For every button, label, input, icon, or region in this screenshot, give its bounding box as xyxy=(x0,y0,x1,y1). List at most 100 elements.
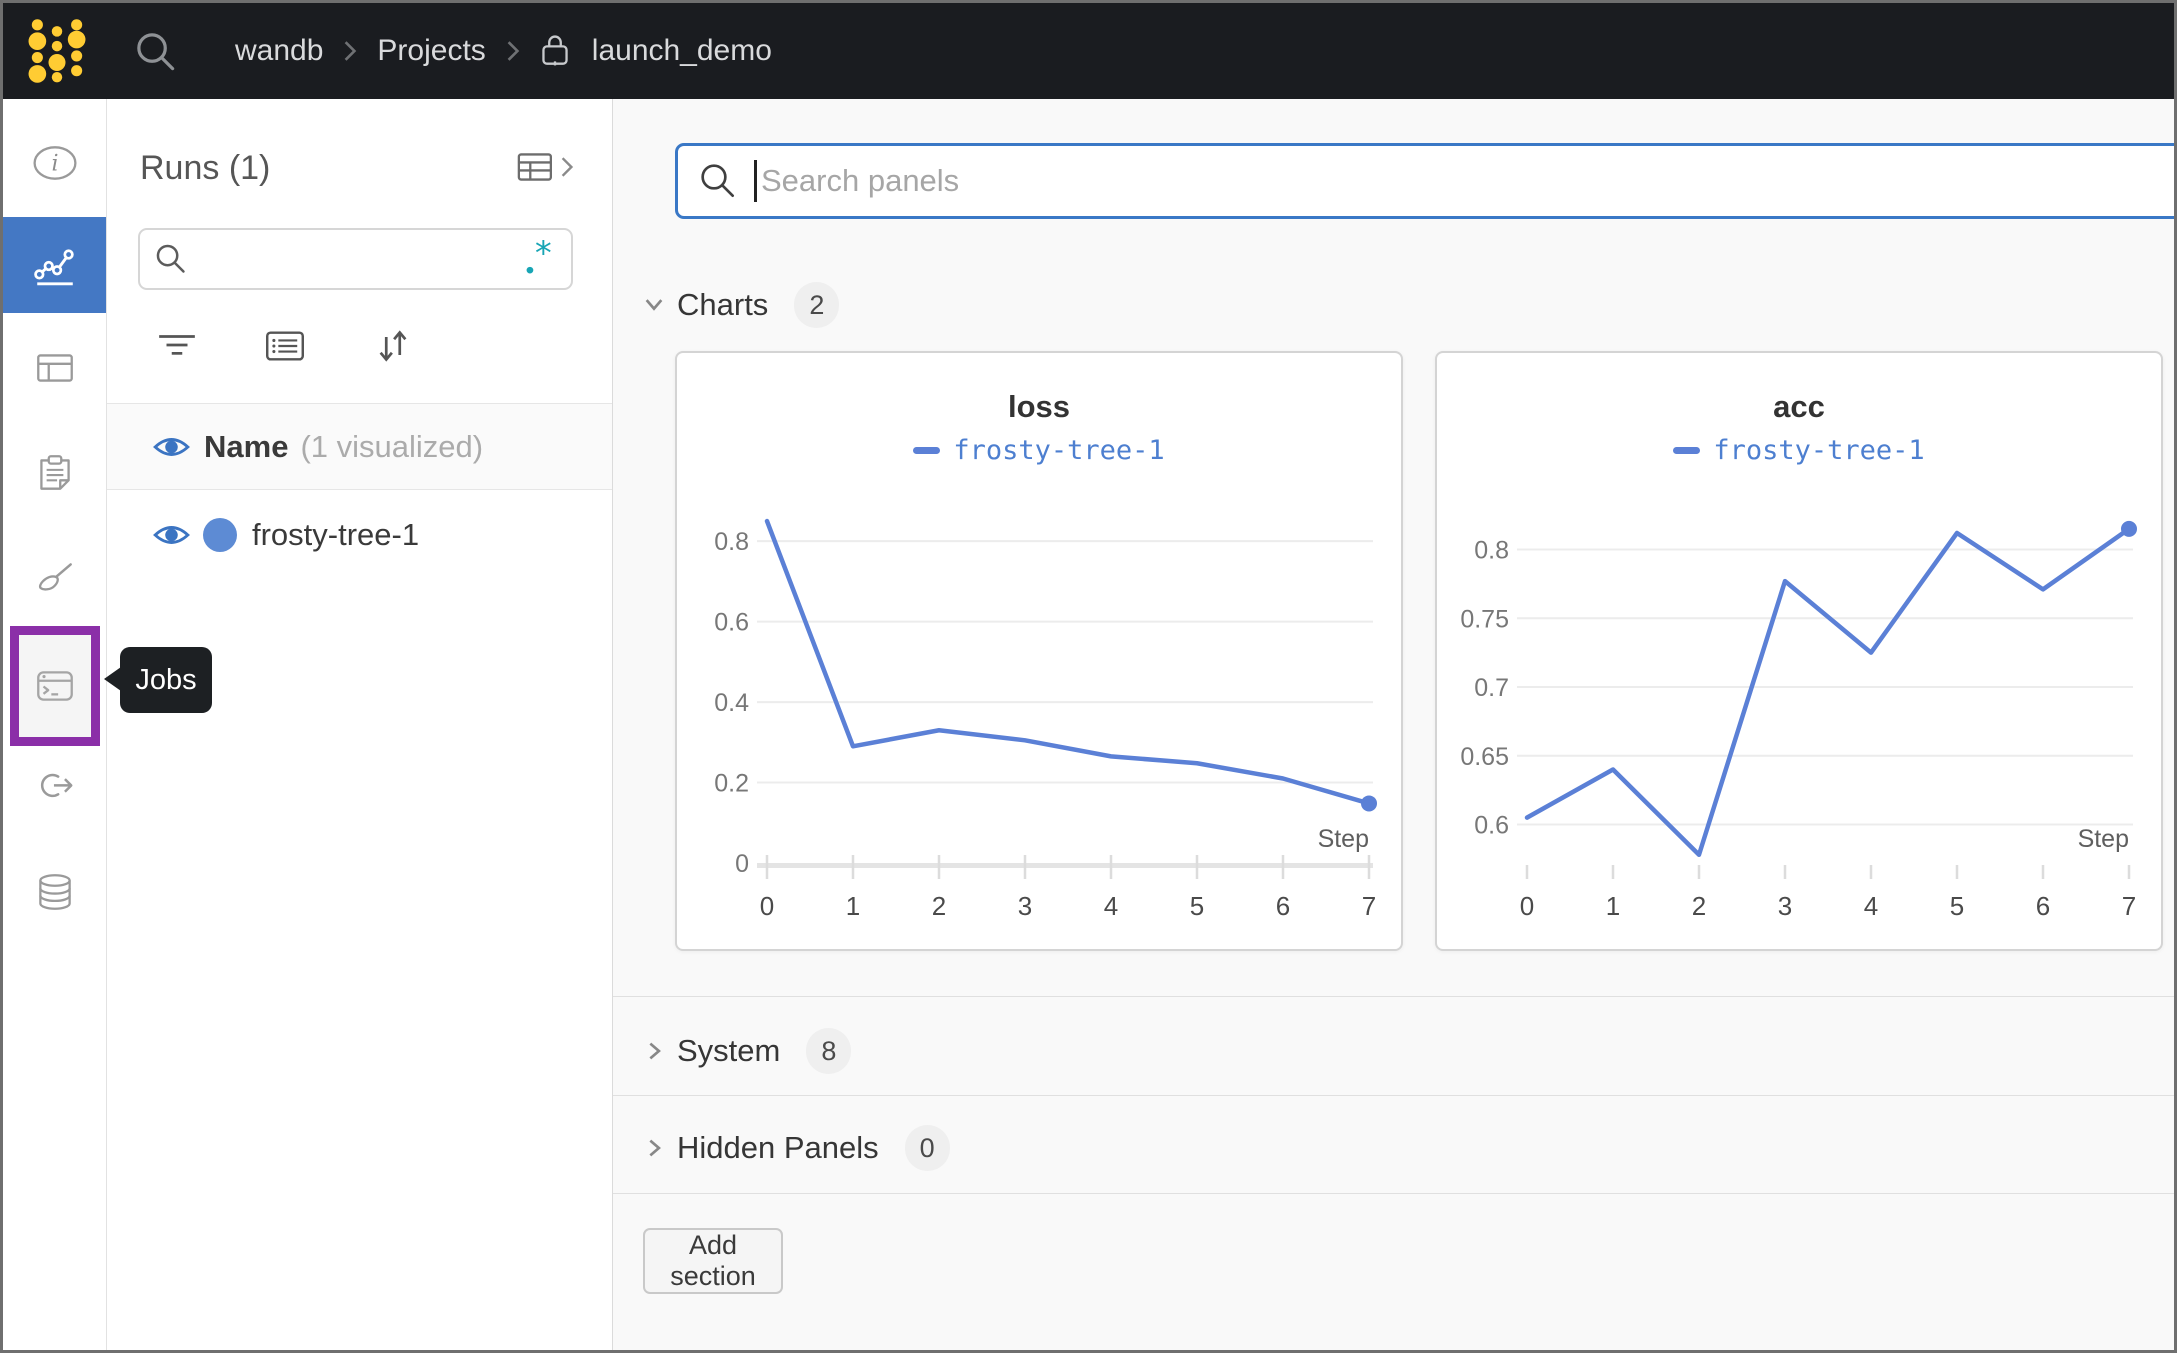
charts-grid: loss frosty-tree-1 0 0.2 0.4 0.6 0.8 0 1 2 3 4 5 6 7… xyxy=(675,351,2163,951)
link-arrow-icon xyxy=(40,773,72,798)
svg-text:0: 0 xyxy=(1520,891,1534,921)
expand-runs-table-button[interactable] xyxy=(516,151,574,183)
divider xyxy=(613,1095,2174,1096)
breadcrumb-project[interactable]: launch_demo xyxy=(592,34,772,68)
svg-text:5: 5 xyxy=(1190,891,1204,921)
section-label: System xyxy=(677,1033,781,1068)
sidebar-item-artifacts[interactable] xyxy=(3,844,106,940)
breadcrumb-section[interactable]: Projects xyxy=(377,34,485,68)
legend-swatch xyxy=(913,447,941,454)
chart-legend: frosty-tree-1 xyxy=(677,435,1401,466)
chevron-right-icon xyxy=(649,1042,661,1060)
eye-icon[interactable] xyxy=(153,434,190,460)
chart-panel-acc[interactable]: acc frosty-tree-1 0.6 0.65 0.7 0.75 0.8 0 1 2 3 4… xyxy=(1435,351,2163,951)
group-runs-button[interactable] xyxy=(257,321,313,371)
sidebar-item-table[interactable] xyxy=(3,320,106,416)
section-header-charts[interactable]: Charts 2 xyxy=(613,262,2174,348)
broom-icon xyxy=(38,563,72,591)
svg-text:2: 2 xyxy=(932,891,946,921)
run-color-dot[interactable] xyxy=(203,518,237,552)
chevron-right-icon xyxy=(345,41,357,61)
sort-runs-button[interactable] xyxy=(365,321,421,371)
eye-icon[interactable] xyxy=(153,522,190,548)
search-icon xyxy=(156,244,185,273)
search-icon xyxy=(701,164,734,197)
sort-icon xyxy=(379,330,407,362)
info-icon: i xyxy=(32,146,77,180)
list-icon xyxy=(266,331,304,361)
section-label: Charts xyxy=(677,287,769,322)
global-search-icon[interactable] xyxy=(133,29,177,73)
svg-text:3: 3 xyxy=(1778,891,1792,921)
runs-toolbar xyxy=(107,321,612,371)
chart-panel-loss[interactable]: loss frosty-tree-1 0 0.2 0.4 0.6 0.8 0 1 2 3 4 5 6 7… xyxy=(675,351,1403,951)
search-panels-box[interactable] xyxy=(675,143,2174,219)
legend-run-name: frosty-tree-1 xyxy=(953,435,1165,466)
runs-table-icon xyxy=(517,153,552,181)
wandb-logo-icon[interactable] xyxy=(21,15,93,87)
sidebar-item-overview[interactable]: i xyxy=(3,115,106,211)
legend-run-name: frosty-tree-1 xyxy=(1713,435,1925,466)
tooltip-arrow xyxy=(104,667,121,691)
sidebar-icon-rail: i xyxy=(3,99,107,1350)
chart-title: acc xyxy=(1773,389,1825,424)
loss-line-plot: 0 0.2 0.4 0.6 0.8 0 1 2 3 4 5 6 7 Step xyxy=(714,518,1377,921)
svg-text:4: 4 xyxy=(1104,891,1118,921)
section-header-hidden-panels[interactable]: Hidden Panels 0 xyxy=(613,1105,2174,1191)
svg-text:2: 2 xyxy=(1692,891,1706,921)
svg-text:5: 5 xyxy=(1950,891,1964,921)
legend-swatch xyxy=(1673,447,1701,454)
sidebar-item-sweeps[interactable] xyxy=(3,530,106,626)
svg-text:1: 1 xyxy=(1606,891,1620,921)
section-header-system[interactable]: System 8 xyxy=(613,1008,2174,1094)
chevron-right-icon xyxy=(507,41,520,61)
regex-toggle-icon[interactable]: * xyxy=(523,240,557,278)
svg-text:3: 3 xyxy=(1018,891,1032,921)
svg-text:Step: Step xyxy=(2078,825,2129,853)
text-cursor xyxy=(754,160,757,202)
svg-text:*: * xyxy=(533,240,553,273)
svg-text:7: 7 xyxy=(1362,891,1376,921)
runs-search-input[interactable] xyxy=(188,243,523,275)
svg-text:0.6: 0.6 xyxy=(714,609,749,637)
svg-text:0.2: 0.2 xyxy=(714,770,749,798)
svg-text:0: 0 xyxy=(760,891,774,921)
runs-panel-title: Runs (1) xyxy=(140,149,271,187)
chevron-right-icon xyxy=(649,1139,661,1157)
svg-text:0.75: 0.75 xyxy=(1460,605,1509,633)
svg-text:0.8: 0.8 xyxy=(1474,537,1509,565)
filter-runs-button[interactable] xyxy=(149,321,205,371)
run-name[interactable]: frosty-tree-1 xyxy=(252,517,419,553)
svg-text:6: 6 xyxy=(2036,891,2050,921)
sidebar-item-logs[interactable] xyxy=(3,425,106,521)
sidebar-item-jobs[interactable] xyxy=(10,626,100,746)
search-panels-input[interactable] xyxy=(761,163,2174,199)
section-count-badge: 8 xyxy=(806,1028,852,1074)
line-chart-icon xyxy=(33,249,74,286)
svg-text:1: 1 xyxy=(846,891,860,921)
svg-text:4: 4 xyxy=(1864,891,1878,921)
filter-icon xyxy=(159,335,195,355)
section-label: Hidden Panels xyxy=(677,1130,879,1165)
chart-title: loss xyxy=(1007,389,1071,424)
svg-text:7: 7 xyxy=(2122,891,2136,921)
svg-text:Step: Step xyxy=(1318,825,1369,853)
jobs-tooltip: Jobs xyxy=(120,647,212,713)
sidebar-item-charts[interactable] xyxy=(3,217,106,313)
database-icon xyxy=(38,874,71,910)
table-icon xyxy=(36,354,73,382)
svg-text:0.65: 0.65 xyxy=(1460,743,1509,771)
wandb-app-window: wandb Projects launch_demo i Jobs Runs (… xyxy=(0,0,2177,1353)
svg-text:i: i xyxy=(51,151,58,176)
sidebar-item-automations[interactable] xyxy=(3,739,106,835)
runs-list-header: Name (1 visualized) xyxy=(107,404,612,490)
add-section-button[interactable]: Add section xyxy=(643,1228,783,1294)
breadcrumb-org[interactable]: wandb xyxy=(235,34,323,68)
runs-column-name[interactable]: Name xyxy=(204,429,288,465)
top-navigation-bar: wandb Projects launch_demo xyxy=(3,3,2174,99)
run-row[interactable]: frosty-tree-1 xyxy=(107,491,612,579)
chevron-right-icon xyxy=(561,157,574,177)
runs-search-box[interactable]: * xyxy=(138,228,573,290)
svg-text:0.4: 0.4 xyxy=(714,689,749,717)
chart-legend: frosty-tree-1 xyxy=(1437,435,2161,466)
